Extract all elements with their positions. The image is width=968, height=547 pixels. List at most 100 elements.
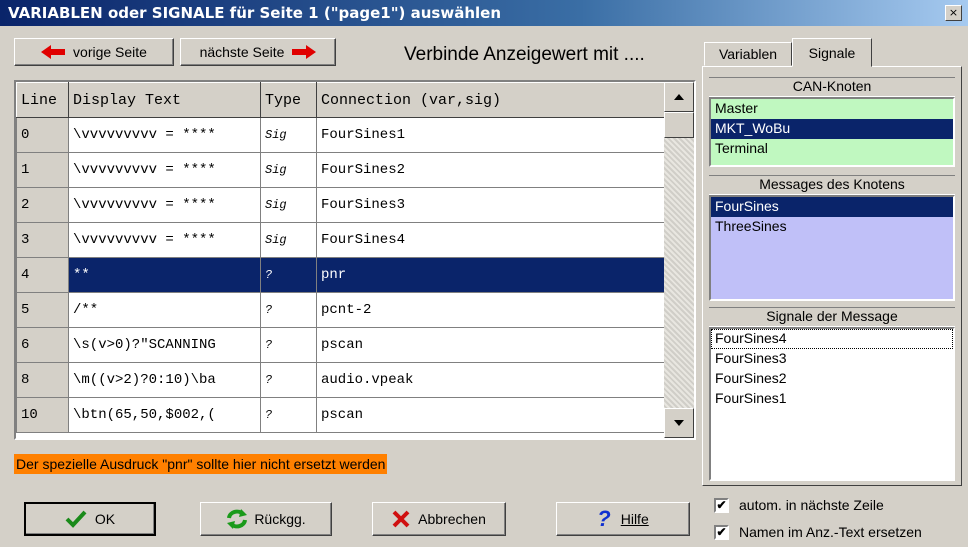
can-nodes-label: CAN-Knoten <box>709 77 955 97</box>
auto-next-checkmark-icon: ✔ <box>714 497 729 513</box>
row-line-cell[interactable]: 0 <box>16 117 69 153</box>
row-display-text-cell[interactable]: ** <box>68 257 261 293</box>
scroll-thumb[interactable] <box>664 112 694 138</box>
list-item[interactable]: FourSines3 <box>711 349 953 369</box>
auto-next-label: autom. in nächste Zeile <box>739 497 884 513</box>
prev-page-button[interactable]: vorige Seite <box>14 38 174 66</box>
grid-scrollbar[interactable] <box>664 82 694 438</box>
row-type-cell[interactable]: ? <box>260 362 317 398</box>
cancel-button[interactable]: Abbrechen <box>372 502 506 536</box>
list-item[interactable]: Terminal <box>711 139 953 159</box>
col-header-connection[interactable]: Connection (var,sig) <box>316 82 665 118</box>
ok-button[interactable]: OK <box>24 502 156 536</box>
row-line-cell[interactable]: 3 <box>16 222 69 258</box>
row-display-text-cell[interactable]: \btn(65,50,$002,( <box>68 397 261 433</box>
row-line-cell[interactable]: 5 <box>16 292 69 328</box>
row-type-cell[interactable]: ? <box>260 257 317 293</box>
tab-variables[interactable]: Variablen <box>704 42 792 66</box>
table-row[interactable]: 0 \vvvvvvvvv = **** Sig FourSines1 <box>16 117 665 153</box>
next-page-label: nächste Seite <box>199 44 285 60</box>
scroll-down-icon <box>674 420 684 426</box>
row-line-cell[interactable]: 6 <box>16 327 69 363</box>
headline: Verbinde Anzeigewert mit .... <box>404 44 645 65</box>
row-connection-cell[interactable]: pscan <box>316 327 665 363</box>
list-item[interactable]: ThreeSines <box>711 217 953 237</box>
row-display-text-cell[interactable]: \vvvvvvvvv = **** <box>68 152 261 188</box>
close-button[interactable]: × <box>945 5 962 21</box>
replace-names-checkmark-icon: ✔ <box>714 524 729 540</box>
title-bar: VARIABLEN oder SIGNALE für Seite 1 ("pag… <box>0 0 968 26</box>
row-type-cell[interactable]: Sig <box>260 152 317 188</box>
row-connection-cell[interactable]: audio.vpeak <box>316 362 665 398</box>
signals-panel: CAN-Knoten Master MKT_WoBu Terminal Messag… <box>702 66 962 486</box>
row-connection-cell[interactable]: pcnt-2 <box>316 292 665 328</box>
grid-table: Line Display Text Type Connection (var,s… <box>16 82 665 433</box>
auto-next-checkbox[interactable]: ✔ autom. in nächste Zeile <box>714 497 884 513</box>
ok-label: OK <box>94 511 116 527</box>
list-item[interactable]: FourSines <box>711 197 953 217</box>
signals-list[interactable]: FourSines4 FourSines3 FourSines2 FourSines1 <box>709 327 955 481</box>
list-item[interactable]: MKT_WoBu <box>711 119 953 139</box>
table-row[interactable]: 3 \vvvvvvvvv = **** Sig FourSines4 <box>16 222 665 258</box>
connection-grid[interactable]: Line Display Text Type Connection (var,s… <box>14 80 696 440</box>
can-nodes-list[interactable]: Master MKT_WoBu Terminal <box>709 97 955 167</box>
row-display-text-cell[interactable]: \m((v>2)?0:10)\ba <box>68 362 261 398</box>
scroll-up-icon <box>674 94 684 100</box>
table-row[interactable]: 1 \vvvvvvvvv = **** Sig FourSines2 <box>16 152 665 188</box>
replace-names-label: Namen im Anz.-Text ersetzen <box>739 524 922 540</box>
table-row[interactable]: 6 \s(v>0)?"SCANNING? pscan <box>16 327 665 363</box>
next-page-button[interactable]: nächste Seite <box>180 38 336 66</box>
undo-button[interactable]: Rückgg. <box>200 502 332 536</box>
col-header-display-text[interactable]: Display Text <box>68 82 261 118</box>
grid-header-row: Line Display Text Type Connection (var,s… <box>16 82 665 118</box>
row-line-cell[interactable]: 10 <box>16 397 69 433</box>
list-item[interactable]: Master <box>711 99 953 119</box>
row-display-text-cell[interactable]: \vvvvvvvvv = **** <box>68 117 261 153</box>
refresh-icon <box>227 509 248 529</box>
table-row[interactable]: 10 \btn(65,50,$002,(? pscan <box>16 397 665 433</box>
row-connection-cell[interactable]: FourSines4 <box>316 222 665 258</box>
row-connection-cell[interactable]: FourSines2 <box>316 152 665 188</box>
messages-list[interactable]: FourSines ThreeSines <box>709 195 955 301</box>
row-display-text-cell[interactable]: \vvvvvvvvv = **** <box>68 187 261 223</box>
arrow-right-icon <box>292 45 317 59</box>
row-connection-cell[interactable]: pscan <box>316 397 665 433</box>
row-type-cell[interactable]: Sig <box>260 187 317 223</box>
row-connection-cell[interactable]: FourSines1 <box>316 117 665 153</box>
table-row[interactable]: 4 **? pnr <box>16 257 665 293</box>
scroll-up-button[interactable] <box>664 82 694 112</box>
tab-signals[interactable]: Signale <box>792 38 872 67</box>
row-type-cell[interactable]: Sig <box>260 222 317 258</box>
undo-label: Rückgg. <box>254 511 306 527</box>
row-type-cell[interactable]: ? <box>260 327 317 363</box>
table-row[interactable]: 5/**? pcnt-2 <box>16 292 665 328</box>
messages-label: Messages des Knotens <box>709 175 955 195</box>
checkmark-icon <box>65 510 87 528</box>
list-item[interactable]: FourSines1 <box>711 389 953 409</box>
row-connection-cell[interactable]: FourSines3 <box>316 187 665 223</box>
arrow-left-icon <box>41 45 66 59</box>
row-type-cell[interactable]: Sig <box>260 117 317 153</box>
row-type-cell[interactable]: ? <box>260 397 317 433</box>
row-display-text-cell[interactable]: \vvvvvvvvv = **** <box>68 222 261 258</box>
list-item[interactable]: FourSines4 <box>711 329 953 349</box>
list-item[interactable]: FourSines2 <box>711 369 953 389</box>
row-line-cell[interactable]: 4 <box>16 257 69 293</box>
help-button[interactable]: ? Hilfe <box>556 502 690 536</box>
row-connection-cell[interactable]: pnr <box>316 257 665 293</box>
question-icon: ? <box>597 506 611 531</box>
row-line-cell[interactable]: 8 <box>16 362 69 398</box>
row-display-text-cell[interactable]: /** <box>68 292 261 328</box>
col-header-type[interactable]: Type <box>260 82 317 118</box>
scroll-down-button[interactable] <box>664 408 694 438</box>
table-row[interactable]: 2 \vvvvvvvvv = **** Sig FourSines3 <box>16 187 665 223</box>
replace-names-checkbox[interactable]: ✔ Namen im Anz.-Text ersetzen <box>714 524 922 540</box>
row-display-text-cell[interactable]: \s(v>0)?"SCANNING <box>68 327 261 363</box>
table-row[interactable]: 8 \m((v>2)?0:10)\ba? audio.vpeak <box>16 362 665 398</box>
hint-note: Der spezielle Ausdruck "pnr" sollte hier… <box>14 454 388 474</box>
help-label: Hilfe <box>620 511 649 527</box>
row-line-cell[interactable]: 2 <box>16 187 69 223</box>
col-header-line[interactable]: Line <box>16 82 69 118</box>
row-line-cell[interactable]: 1 <box>16 152 69 188</box>
row-type-cell[interactable]: ? <box>260 292 317 328</box>
